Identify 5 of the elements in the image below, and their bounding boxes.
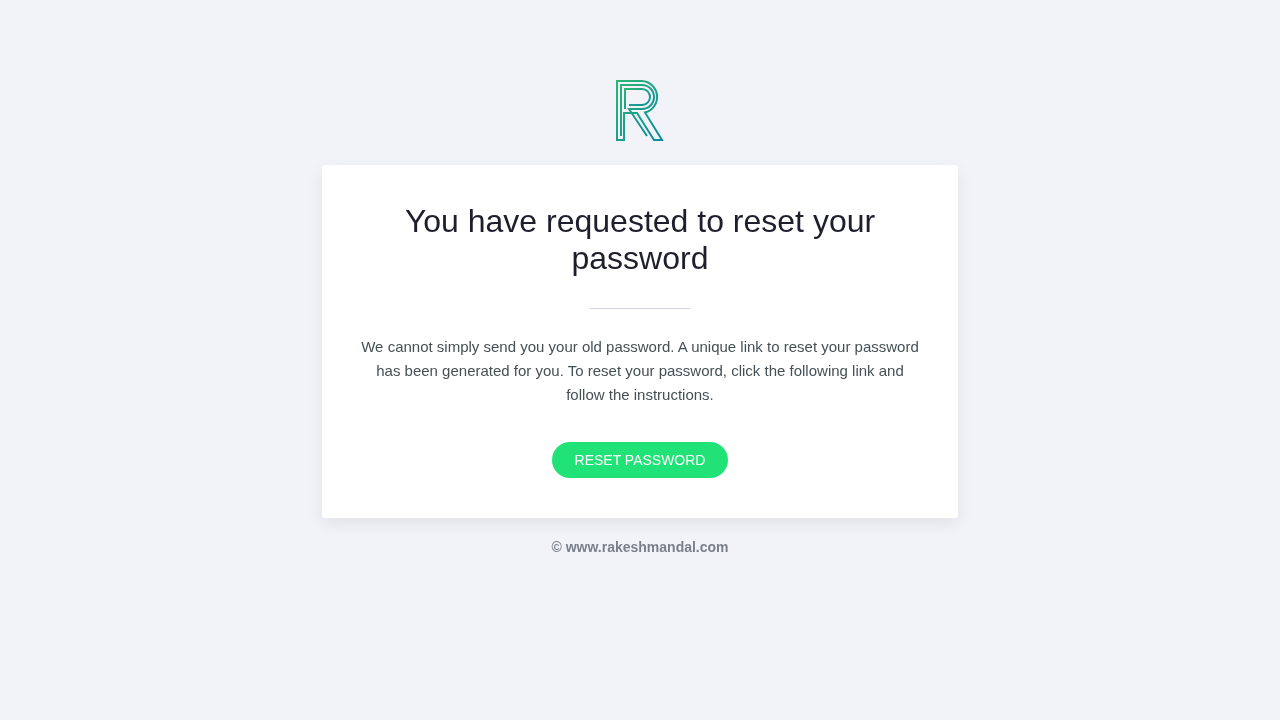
footer-text: © www.rakeshmandal.com xyxy=(551,539,729,555)
logo-icon xyxy=(616,80,664,141)
message: We cannot simply send you your old password. A unique link to reset your password has been generated for you. To reset your password, click the following link and follow the instructions. xyxy=(360,337,920,405)
title: You have requested to reset your password xyxy=(403,203,877,277)
reset-password-button[interactable]: RESET PASSWORD xyxy=(551,442,729,478)
